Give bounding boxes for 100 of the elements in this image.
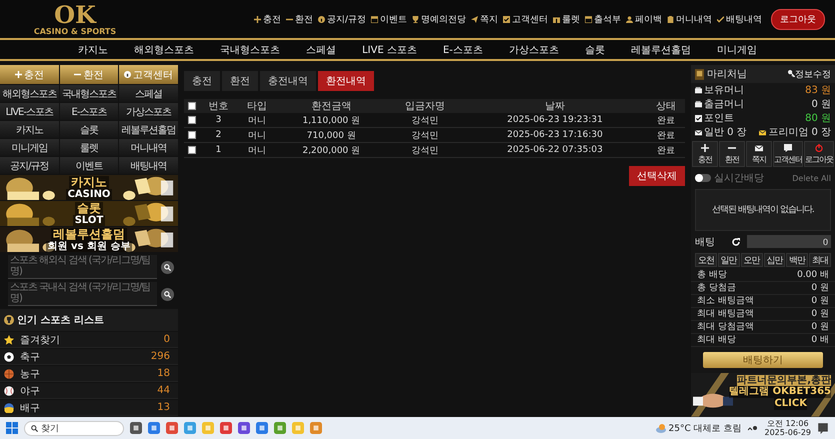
column-header: 환전금액 <box>276 99 387 113</box>
tab[interactable]: 환전내역 <box>318 71 374 91</box>
delete-all-link[interactable]: Delete All <box>792 174 831 182</box>
table-cell: 2 <box>199 128 238 142</box>
menu-button[interactable]: 미니게임 <box>0 139 59 156</box>
app-icon[interactable] <box>220 422 232 434</box>
calendar-icon <box>371 16 378 22</box>
nav-link[interactable]: E-스포츠 <box>442 42 483 56</box>
search-field[interactable]: 스포츠 국내식 검색 (국가/리그명/팀명) <box>8 282 157 306</box>
weather-widget[interactable]: 25°C 대체로 흐림 <box>654 422 742 434</box>
menu-button[interactable]: LIVE-스포츠 <box>0 103 59 120</box>
panel-button[interactable]: 환전 <box>719 141 745 167</box>
banner[interactable]: 슬롯 SLOT <box>0 201 178 226</box>
menu-link[interactable]: 명예의전당 <box>412 12 466 26</box>
app-icon[interactable] <box>148 422 160 434</box>
checkbox[interactable] <box>188 102 196 110</box>
tab[interactable]: 충전내역 <box>260 71 316 91</box>
search-button[interactable] <box>161 288 174 300</box>
windows-logo-icon[interactable] <box>6 422 18 434</box>
app-icon[interactable] <box>130 422 142 434</box>
amount-button[interactable]: 오천 <box>695 252 717 267</box>
amount-button[interactable]: 십만 <box>764 252 786 267</box>
menu-button[interactable]: 레볼루션홀덤 <box>119 121 178 138</box>
menu-button[interactable]: 공지/규정 <box>0 157 59 174</box>
bet-amount-field[interactable]: 0 <box>747 235 831 248</box>
taskbar-search[interactable]: 찾기 <box>24 420 124 436</box>
checkbox[interactable] <box>188 146 196 154</box>
menu-button[interactable]: 가상스포츠 <box>119 103 178 120</box>
nav-link[interactable]: LIVE 스포츠 <box>362 42 417 56</box>
toggle-switch[interactable] <box>695 174 711 182</box>
sport-row[interactable]: 배구 13 <box>0 400 178 416</box>
check-icon <box>717 16 724 22</box>
app-icon[interactable] <box>256 422 268 434</box>
menu-button[interactable]: 스페셜 <box>119 85 178 102</box>
ad-banner[interactable]: 파트너문의부본,총판 텔레그램 OKBET365 CLICK <box>691 373 835 417</box>
app-icon[interactable] <box>274 422 286 434</box>
menu-link[interactable]: 배팅내역 <box>717 12 762 26</box>
nav-link[interactable]: 카지노 <box>78 42 108 56</box>
nav-link[interactable]: 스페셜 <box>306 42 336 56</box>
panel-button[interactable]: 충전 <box>692 141 718 167</box>
amount-button[interactable]: 일만 <box>718 252 740 267</box>
checkbox[interactable] <box>188 130 196 139</box>
mail-icon <box>755 144 763 152</box>
sport-row[interactable]: 축구 296 <box>0 349 178 365</box>
menu-button[interactable]: 룰렛 <box>60 139 118 156</box>
checkbox[interactable] <box>188 116 196 124</box>
panel-button[interactable]: 고객센터 <box>773 141 803 167</box>
mail-icon <box>695 128 702 136</box>
delete-button[interactable]: 선택삭제 <box>629 166 685 186</box>
amount-button[interactable]: 백만 <box>786 252 808 267</box>
menu-button[interactable]: 카지노 <box>0 121 59 138</box>
menu-link[interactable]: 환전 <box>286 12 313 26</box>
menu-link[interactable]: 머니내역 <box>667 12 712 26</box>
sport-row[interactable]: 즐겨찾기 0 <box>0 332 178 348</box>
tab[interactable]: 환전 <box>222 71 258 91</box>
search-field[interactable]: 스포츠 해외식 검색 (국가/리그명/팀명) <box>8 255 157 279</box>
menu-button[interactable]: 배팅내역 <box>119 157 178 174</box>
menu-button[interactable]: 해외형스포츠 <box>0 85 59 102</box>
place-bet-button[interactable]: 배팅하기 <box>703 352 823 368</box>
menu-link[interactable]: 출석부 <box>585 12 621 26</box>
nav-link[interactable]: 미니게임 <box>716 42 757 56</box>
table-cell: 머니 <box>238 142 276 158</box>
menu-link[interactable]: 공지/규정 <box>318 12 366 26</box>
menu-button[interactable]: 슬롯 <box>60 121 118 138</box>
menu-link[interactable]: 충전 <box>254 12 281 26</box>
summary-value: 0 원 <box>811 295 829 308</box>
amount-button[interactable]: 오만 <box>740 252 762 267</box>
app-icon[interactable] <box>238 422 250 434</box>
info-icon <box>318 16 325 22</box>
menu-button[interactable]: E-스포츠 <box>60 103 118 120</box>
panel-button[interactable]: 쪽지 <box>746 141 772 167</box>
menu-link[interactable]: 쪽지 <box>471 12 498 26</box>
panel-button[interactable]: 로그아웃 <box>804 141 834 167</box>
menu-link[interactable]: 이벤트 <box>371 12 407 26</box>
menu-link[interactable]: 페이백 <box>626 12 662 26</box>
nav-link[interactable]: 가상스포츠 <box>508 42 559 56</box>
tab[interactable]: 충전 <box>184 71 220 91</box>
nav-link[interactable]: 슬롯 <box>584 42 605 56</box>
sport-row[interactable]: 농구 18 <box>0 366 178 382</box>
menu-link[interactable]: 고객센터 <box>503 12 548 26</box>
table-cell: 1,110,000 원 <box>276 113 387 128</box>
logout-button[interactable]: 로그아웃 <box>771 8 825 30</box>
edit-profile-link[interactable]: 정보수정 <box>788 68 831 80</box>
cloud-icon <box>654 423 666 433</box>
column-header: 상태 <box>646 99 685 113</box>
game-count: 13 <box>157 402 170 413</box>
banner[interactable]: 레볼루션홀덤 회원 vs 회원 승부 <box>0 227 178 252</box>
sport-row[interactable]: 야구 44 <box>0 383 178 399</box>
menu-button[interactable]: 머니내역 <box>119 139 178 156</box>
sport-name: 야구 <box>20 384 41 398</box>
menu-button[interactable]: 이벤트 <box>60 157 118 174</box>
amount-button[interactable]: 최대 <box>809 252 831 267</box>
nav-link[interactable]: 국내형스포츠 <box>220 42 280 56</box>
banner[interactable]: 카지노 CASINO <box>0 175 178 200</box>
nav-link[interactable]: 해외형스포츠 <box>134 42 194 56</box>
menu-button[interactable]: 국내형스포츠 <box>60 85 118 102</box>
menu-link[interactable]: 룰렛 <box>553 12 580 26</box>
app-icon[interactable] <box>166 422 178 434</box>
nav-link[interactable]: 레볼루션홀덤 <box>630 42 691 56</box>
search-button[interactable] <box>161 260 174 274</box>
